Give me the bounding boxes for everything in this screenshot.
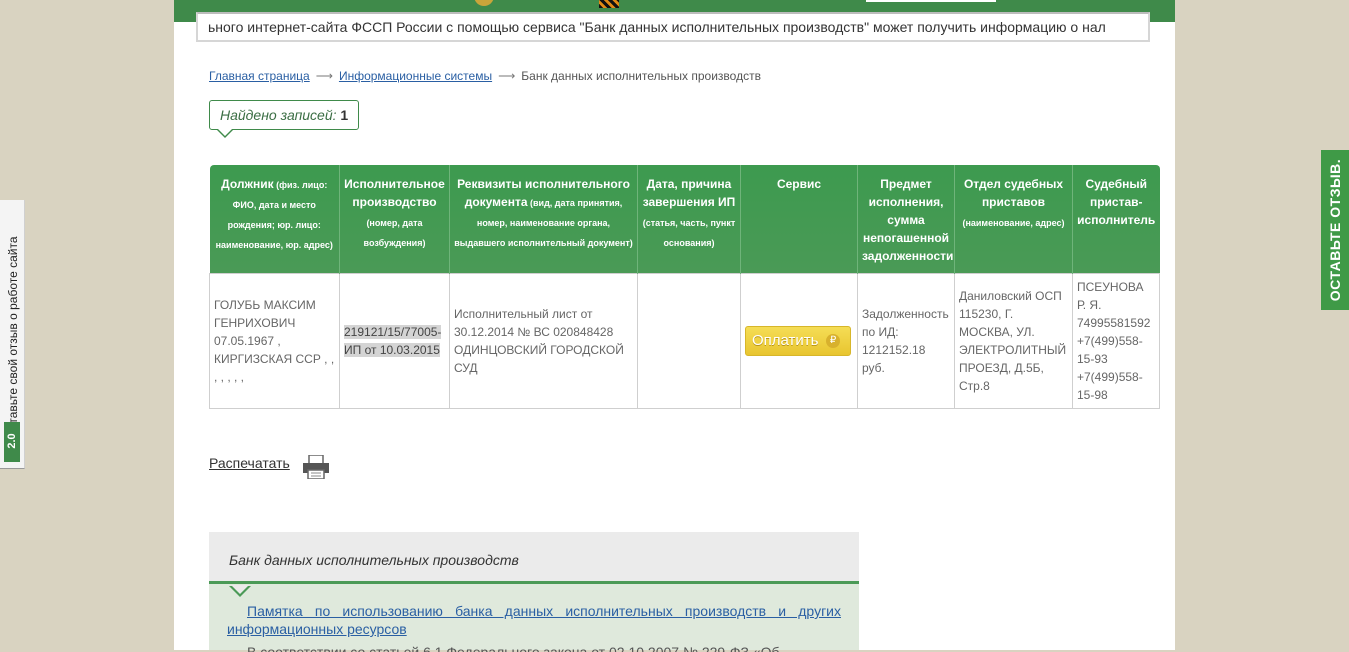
cell-bailiff: ПСЕУНОВА Р. Я. 74995581592 +7(499)558-15… bbox=[1072, 273, 1160, 409]
news-ticker: ьного интернет-сайта ФССП России с помощ… bbox=[196, 12, 1150, 42]
page-content: ьного интернет-сайта ФССП России с помощ… bbox=[174, 0, 1175, 652]
results-table: Должник (физ. лицо: ФИО, дата и место ро… bbox=[209, 165, 1160, 409]
column-header-department: Отдел судебных приставов (наименование, … bbox=[954, 165, 1073, 274]
header-search-stub[interactable] bbox=[866, 0, 996, 2]
feedback-version-badge: 2.0 bbox=[4, 422, 20, 462]
cell-document: Исполнительный лист от 30.12.2014 № ВС 0… bbox=[449, 273, 638, 409]
column-header-bailiff: Судебный пристав-исполнитель bbox=[1072, 165, 1160, 274]
column-header-document: Реквизиты исполнительного документа (вид… bbox=[449, 165, 638, 274]
cell-completion bbox=[637, 273, 741, 409]
pay-button-label: Оплатить bbox=[752, 332, 819, 349]
pay-button[interactable]: Оплатить ₽ bbox=[745, 326, 851, 356]
emblem-icon bbox=[474, 0, 494, 6]
table-row: ГОЛУБЬ МАКСИМ ГЕНРИХОВИЧ 07.05.1967 , КИ… bbox=[209, 273, 1160, 409]
cell-debtor: ГОЛУБЬ МАКСИМ ГЕНРИХОВИЧ 07.05.1967 , КИ… bbox=[209, 273, 340, 409]
ruble-icon: ₽ bbox=[826, 334, 840, 348]
cell-service: Оплатить ₽ bbox=[740, 273, 858, 409]
memo-link[interactable]: Памятка по использованию банка данных ис… bbox=[227, 602, 841, 638]
print-row: Распечатать bbox=[209, 455, 329, 479]
leave-review-tab[interactable]: ОСТАВЬТЕ ОТЗЫВ. bbox=[1321, 150, 1349, 310]
breadcrumb-home[interactable]: Главная страница bbox=[209, 69, 310, 83]
column-header-proceeding: Исполнительное производство (номер, дата… bbox=[339, 165, 450, 274]
breadcrumb: Главная страница ⟶ Информационные системы ⟶… bbox=[209, 69, 761, 83]
records-found-count: 1 bbox=[340, 107, 349, 123]
arrow-icon: ⟶ bbox=[498, 69, 516, 83]
column-header-subject: Предмет исполнения, сумма непогашенной з… bbox=[857, 165, 955, 274]
column-header-debtor: Должник (физ. лицо: ФИО, дата и место ро… bbox=[209, 165, 340, 274]
printer-icon[interactable] bbox=[302, 455, 330, 479]
print-link[interactable]: Распечатать bbox=[209, 455, 290, 471]
column-header-service: Сервис bbox=[740, 165, 858, 274]
records-found-label: Найдено записей: bbox=[220, 107, 341, 123]
cell-proceeding: 219121/15/77005-ИП от 10.03.2015 bbox=[339, 273, 450, 409]
news-ticker-text: ьного интернет-сайта ФССП России с помощ… bbox=[208, 19, 1106, 35]
info-panel: Банк данных исполнительных производств П… bbox=[209, 532, 859, 652]
leave-review-label: ОСТАВЬТЕ ОТЗЫВ. bbox=[1327, 158, 1343, 302]
records-found-badge: Найдено записей: 1 bbox=[209, 100, 360, 130]
proceeding-number: 219121/15/77005-ИП от 10.03.2015 bbox=[344, 325, 442, 357]
arrow-icon: ⟶ bbox=[315, 69, 333, 83]
cell-subject: Задолженность по ИД: 1212152.18 руб. bbox=[857, 273, 955, 409]
info-panel-text: В соответствии со статьей 6.1 Федерально… bbox=[247, 644, 780, 652]
cell-department: Даниловский ОСП 115230, Г. МОСКВА, УЛ. Э… bbox=[954, 273, 1073, 409]
breadcrumb-systems[interactable]: Информационные системы bbox=[339, 69, 492, 83]
table-header-row: Должник (физ. лицо: ФИО, дата и место ро… bbox=[209, 165, 1160, 274]
breadcrumb-current: Банк данных исполнительных производств bbox=[521, 69, 761, 83]
info-panel-title: Банк данных исполнительных производств bbox=[209, 532, 859, 584]
column-header-completion: Дата, причина завершения ИП (статья, час… bbox=[637, 165, 741, 274]
ribbon-icon bbox=[599, 0, 619, 8]
feedback-tab-label: Оставьте свой отзыв о работе сайта bbox=[6, 236, 20, 439]
